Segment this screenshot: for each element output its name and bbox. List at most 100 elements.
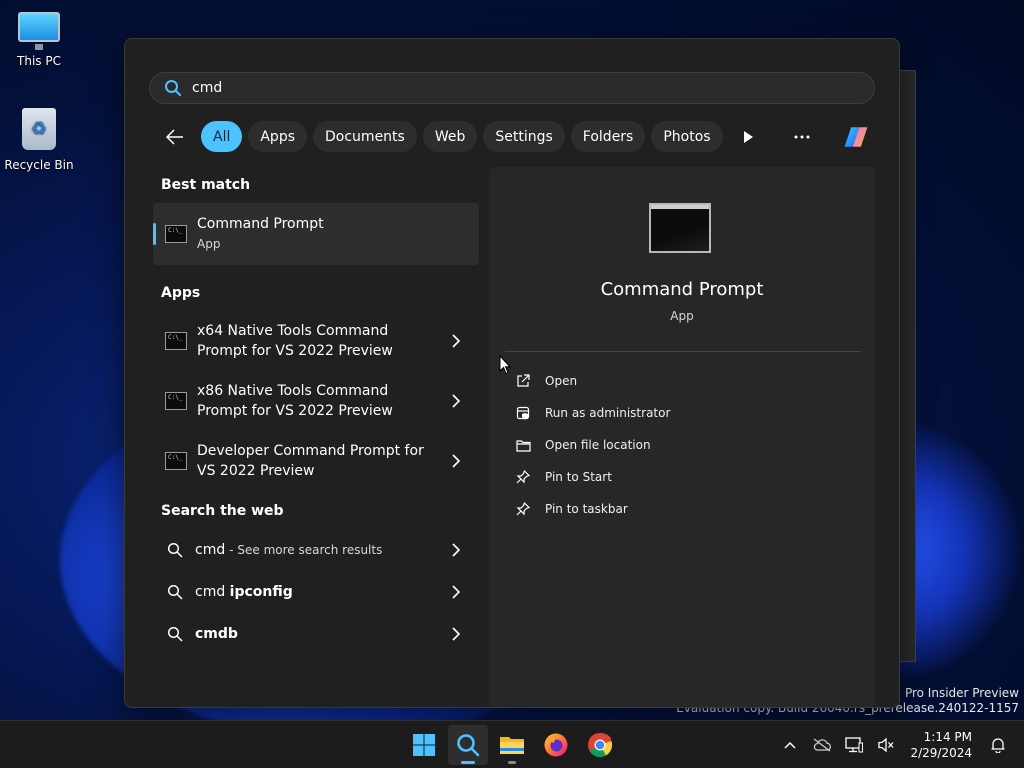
chevron-right-icon[interactable]: [451, 585, 461, 599]
section-title-web: Search the web: [161, 503, 284, 519]
action-label: Pin to Start: [545, 470, 612, 484]
taskbar-search-button[interactable]: [448, 725, 488, 765]
action-label: Pin to taskbar: [545, 502, 628, 516]
list-item-app[interactable]: Developer Command Prompt for VS 2022 Pre…: [153, 431, 479, 491]
taskbar: 1:14 PM 2/29/2024: [0, 720, 1024, 768]
filter-chip-settings[interactable]: Settings: [483, 121, 565, 152]
search-icon: [167, 626, 183, 642]
web-query: cmd: [195, 584, 230, 600]
desktop-icon-recycle-bin[interactable]: Recycle Bin: [1, 108, 77, 172]
taskbar-apps: [404, 721, 620, 768]
search-panel: All Apps Documents Web Settings Folders …: [124, 38, 900, 708]
search-box[interactable]: [149, 72, 875, 104]
start-icon: [413, 734, 435, 756]
ellipsis-icon: [794, 135, 810, 138]
notifications-button[interactable]: [984, 731, 1012, 759]
filter-chip-web[interactable]: Web: [422, 121, 478, 152]
best-match-command-prompt[interactable]: Command Prompt App: [153, 203, 479, 265]
firefox-icon: [544, 733, 568, 757]
item-title-line2: Prompt for VS 2022 Preview: [197, 403, 393, 419]
action-pin-to-start[interactable]: Pin to Start: [515, 461, 670, 493]
command-prompt-icon: [165, 452, 187, 470]
chevron-right-icon[interactable]: [451, 334, 461, 348]
play-icon: [744, 130, 753, 143]
start-button[interactable]: [404, 725, 444, 765]
recycle-bin-icon: [22, 108, 56, 150]
panel-top-actions: [735, 121, 869, 152]
filter-chip-apps[interactable]: Apps: [248, 121, 308, 152]
preview-pane: Command Prompt App Open Run as administr…: [489, 167, 875, 707]
action-label: Open: [545, 374, 578, 388]
list-item-app[interactable]: x86 Native Tools Command Prompt for VS 2…: [153, 371, 479, 431]
chevron-up-icon: [784, 741, 796, 749]
action-run-as-admin[interactable]: Run as administrator: [515, 397, 670, 429]
search-icon: [167, 542, 183, 558]
filter-chip-documents[interactable]: Documents: [313, 121, 417, 152]
back-button[interactable]: [161, 123, 189, 151]
clock-date: 2/29/2024: [910, 746, 972, 760]
item-title-line1: Developer Command Prompt for: [197, 443, 424, 459]
action-open-file-location[interactable]: Open file location: [515, 429, 670, 461]
copilot-button[interactable]: [843, 121, 869, 152]
action-label: Run as administrator: [545, 406, 671, 420]
list-item-web-search[interactable]: cmd ipconfig: [153, 571, 479, 613]
bell-icon: [991, 738, 1005, 753]
filter-bar: All Apps Documents Web Settings Folders …: [161, 121, 723, 152]
tray-network[interactable]: [840, 731, 868, 759]
action-open[interactable]: Open: [515, 365, 670, 397]
filter-chip-all[interactable]: All: [201, 121, 243, 152]
tray-volume[interactable]: [872, 731, 900, 759]
chevron-right-icon[interactable]: [451, 394, 461, 408]
desktop-icon-label: Recycle Bin: [4, 158, 74, 172]
item-title-line1: x86 Native Tools Command: [197, 383, 389, 399]
chevron-right-icon[interactable]: [451, 543, 461, 557]
item-title: Command Prompt: [197, 216, 324, 232]
taskbar-firefox[interactable]: [536, 725, 576, 765]
item-title-line2: Prompt for VS 2022 Preview: [197, 343, 393, 359]
preview-subtitle: App: [670, 309, 694, 323]
network-icon: [845, 737, 864, 753]
divider: [505, 351, 861, 352]
tray-overflow-button[interactable]: [776, 731, 804, 759]
more-filters-button[interactable]: [735, 121, 761, 152]
shield-admin-icon: [516, 406, 530, 420]
desktop-icon-this-pc[interactable]: This PC: [1, 12, 77, 68]
taskbar-file-explorer[interactable]: [492, 725, 532, 765]
chevron-right-icon[interactable]: [451, 627, 461, 641]
search-icon: [167, 584, 183, 600]
preview-actions: Open Run as administrator Open file loca…: [515, 365, 670, 525]
open-external-icon: [517, 374, 530, 387]
web-query: cmdb: [195, 626, 238, 642]
cloud-offline-icon: [814, 738, 832, 752]
running-indicator: [508, 761, 516, 764]
tray-onedrive[interactable]: [808, 731, 836, 759]
pin-icon: [516, 502, 530, 516]
preview-title: Command Prompt: [600, 279, 764, 300]
command-prompt-icon: [165, 225, 187, 243]
section-title-best-match: Best match: [161, 177, 251, 193]
list-item-web-search[interactable]: cmd - See more search results: [153, 529, 479, 571]
item-title-line1: x64 Native Tools Command: [197, 323, 389, 339]
chevron-right-icon[interactable]: [451, 454, 461, 468]
filter-chip-folders[interactable]: Folders: [570, 121, 646, 152]
filter-chip-photos[interactable]: Photos: [651, 121, 723, 152]
active-indicator: [461, 761, 475, 764]
action-pin-to-taskbar[interactable]: Pin to taskbar: [515, 493, 670, 525]
section-title-apps: Apps: [161, 285, 201, 301]
item-subtitle: App: [197, 237, 221, 251]
list-item-app[interactable]: x64 Native Tools Command Prompt for VS 2…: [153, 311, 479, 371]
item-title-line2: VS 2022 Preview: [197, 463, 315, 479]
search-input[interactable]: [192, 80, 792, 96]
list-item-web-search[interactable]: cmdb: [153, 613, 479, 655]
action-label: Open file location: [545, 438, 651, 452]
more-options-button[interactable]: [789, 121, 815, 152]
mouse-cursor-icon: [499, 355, 511, 375]
web-query: cmd: [195, 542, 226, 558]
clock-time: 1:14 PM: [923, 730, 972, 744]
taskbar-chrome[interactable]: [580, 725, 620, 765]
web-query-suggestion: ipconfig: [229, 584, 293, 600]
pin-icon: [516, 470, 530, 484]
taskbar-clock[interactable]: 1:14 PM 2/29/2024: [910, 729, 972, 761]
command-prompt-icon: [649, 203, 711, 253]
search-icon: [165, 80, 181, 96]
